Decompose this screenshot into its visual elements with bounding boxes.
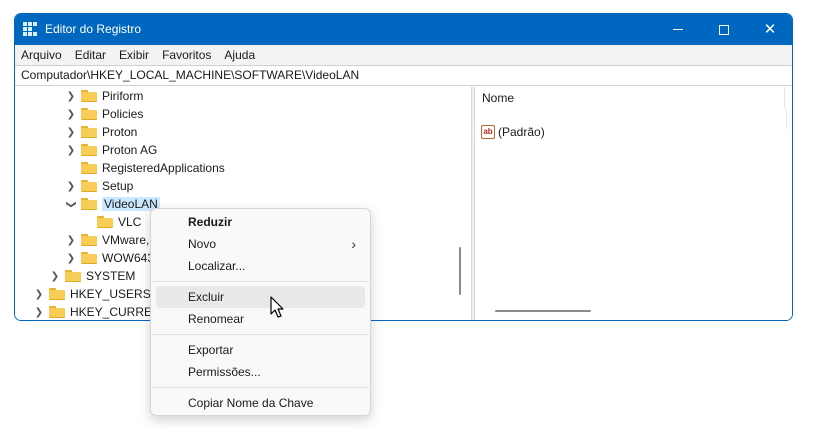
folder-icon xyxy=(81,90,97,102)
tree-vertical-scrollbar[interactable] xyxy=(453,87,469,320)
tree-item-label: Piriform xyxy=(102,89,144,103)
chevron-right-icon[interactable]: ❯ xyxy=(65,181,77,192)
chevron-right-icon[interactable]: ❯ xyxy=(65,253,77,264)
menu-separator xyxy=(152,387,369,388)
folder-icon xyxy=(49,306,65,318)
chevron-right-icon[interactable]: ❯ xyxy=(65,109,77,120)
menu-favoritos[interactable]: Favoritos xyxy=(162,48,211,62)
tree-item[interactable]: ❯ Piriform xyxy=(65,87,144,105)
tree-item-label: Policies xyxy=(102,107,144,121)
column-header-nome[interactable]: Nome xyxy=(475,87,785,109)
tree-item[interactable]: ❯ HKEY_USERS xyxy=(33,285,151,303)
tree-item-label: HKEY_USERS xyxy=(70,287,151,301)
address-bar[interactable]: Computador\HKEY_LOCAL_MACHINE\SOFTWARE\V… xyxy=(15,65,792,86)
menu-separator xyxy=(152,334,369,335)
folder-icon xyxy=(49,288,65,300)
folder-icon xyxy=(97,216,113,228)
chevron-right-icon[interactable]: ❯ xyxy=(65,145,77,156)
close-icon: ✕ xyxy=(763,21,777,38)
chevron-right-icon[interactable]: ❯ xyxy=(65,91,77,102)
folder-icon xyxy=(81,162,97,174)
tree-item-label: Proton AG xyxy=(102,143,158,157)
menu-item-excluir[interactable]: Excluir xyxy=(156,286,365,308)
menu-item-exportar[interactable]: Exportar xyxy=(156,339,365,361)
tree-item-label: WOW643 xyxy=(102,251,155,265)
minimize-button[interactable] xyxy=(655,14,701,45)
folder-icon xyxy=(65,270,81,282)
menu-exibir[interactable]: Exibir xyxy=(119,48,149,62)
scrollbar-thumb[interactable] xyxy=(459,247,461,295)
tree-item[interactable]: ❯ HKEY_CURRENT xyxy=(33,303,168,320)
close-button[interactable]: ✕ xyxy=(747,14,792,45)
tree-item-label: Setup xyxy=(102,179,134,193)
value-name: (Padrão) xyxy=(498,125,545,139)
folder-icon xyxy=(81,144,97,156)
horizontal-scrollbar-thumb[interactable] xyxy=(495,310,591,312)
window-title: Editor do Registro xyxy=(45,22,142,36)
tree-item[interactable]: ❯ Proton xyxy=(65,123,138,141)
folder-icon xyxy=(81,198,97,210)
minimize-icon xyxy=(673,29,683,30)
chevron-right-icon[interactable]: ❯ xyxy=(33,289,45,300)
menu-item-copiar-nome[interactable]: Copiar Nome da Chave xyxy=(156,392,365,414)
tree-item[interactable]: ❯ RegisteredApplications xyxy=(65,159,225,177)
tree-item[interactable]: ❯ Setup xyxy=(65,177,134,195)
chevron-right-icon[interactable]: ❯ xyxy=(33,307,45,318)
tree-item[interactable]: ❯ WOW643 xyxy=(65,249,154,267)
tree-item[interactable]: ❯ Proton AG xyxy=(65,141,158,159)
menu-editar[interactable]: Editar xyxy=(75,48,106,62)
chevron-right-icon[interactable]: ❯ xyxy=(65,235,77,246)
menu-separator xyxy=(152,281,369,282)
tree-item[interactable]: ❯ Policies xyxy=(65,105,144,123)
column-divider xyxy=(786,109,787,129)
tree-item-label: Proton xyxy=(102,125,138,139)
chevron-right-icon[interactable]: ❯ xyxy=(49,271,61,282)
menu-item-localizar[interactable]: Localizar... xyxy=(156,255,365,277)
tree-item[interactable]: ❯ VLC xyxy=(81,213,141,231)
registry-editor-window: Editor do Registro ✕ Arquivo Editar Exib… xyxy=(14,13,793,321)
menu-item-label: Novo xyxy=(188,237,217,251)
mouse-pointer-icon xyxy=(270,296,284,318)
menu-ajuda[interactable]: Ajuda xyxy=(224,48,255,62)
values-pane: Nome ab (Padrão) xyxy=(475,87,792,320)
tree-item-label: RegisteredApplications xyxy=(102,161,225,175)
string-value-icon: ab xyxy=(481,125,495,139)
maximize-icon xyxy=(719,24,729,35)
tree-item-label: VMware, xyxy=(102,233,150,247)
menu-item-reduzir[interactable]: Reduzir xyxy=(156,211,365,233)
menu-item-novo[interactable]: Novo › xyxy=(156,233,365,255)
value-row[interactable]: ab (Padrão) xyxy=(481,125,545,139)
menu-arquivo[interactable]: Arquivo xyxy=(21,48,62,62)
tree-item[interactable]: ❯ VMware, xyxy=(65,231,150,249)
context-menu: Reduzir Novo › Localizar... Excluir Reno… xyxy=(150,208,371,416)
tree-item-label: VLC xyxy=(118,215,142,229)
folder-icon xyxy=(81,108,97,120)
tree-item[interactable]: ❯ SYSTEM xyxy=(49,267,136,285)
menu-item-renomear[interactable]: Renomear xyxy=(156,308,365,330)
menu-item-permissoes[interactable]: Permissões... xyxy=(156,361,365,383)
maximize-button[interactable] xyxy=(701,14,747,45)
chevron-right-icon[interactable]: ❯ xyxy=(65,127,77,138)
folder-icon xyxy=(81,252,97,264)
menu-bar: Arquivo Editar Exibir Favoritos Ajuda xyxy=(15,45,792,65)
folder-icon xyxy=(81,180,97,192)
registry-app-icon xyxy=(23,22,37,36)
chevron-down-icon[interactable]: ❯ xyxy=(66,198,77,210)
tree-item-label: SYSTEM xyxy=(86,269,136,283)
title-bar[interactable]: Editor do Registro ✕ xyxy=(15,14,792,45)
folder-icon xyxy=(81,126,97,138)
folder-icon xyxy=(81,234,97,246)
chevron-right-icon: › xyxy=(351,236,356,252)
tree-item-selected[interactable]: ❯ VideoLAN xyxy=(65,195,160,213)
